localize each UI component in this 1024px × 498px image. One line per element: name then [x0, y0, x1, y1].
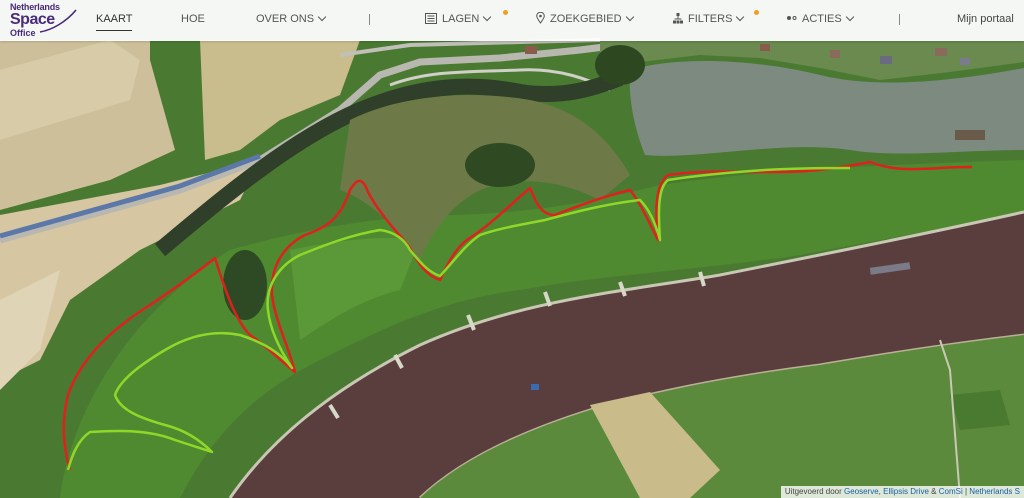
orbit-swoosh-icon: [39, 9, 77, 33]
attribution-link-ellipsis-drive[interactable]: Ellipsis Drive: [883, 487, 929, 496]
attribution-amp: &: [931, 487, 937, 496]
zoekgebied-label: ZOEKGEBIED: [550, 13, 622, 25]
actions-icon: [787, 16, 797, 21]
nav-hoe[interactable]: HOE: [181, 0, 205, 41]
filters-menu[interactable]: FILTERS: [673, 0, 745, 41]
zoekgebied-menu[interactable]: ZOEKGEBIED: [536, 0, 634, 41]
nav-over-ons-label: OVER ONS: [256, 13, 315, 25]
filters-label: FILTERS: [688, 13, 733, 25]
top-navigation-bar: Netherlands Space Office KAART HOE OVER …: [0, 0, 1024, 41]
satellite-map[interactable]: [0, 0, 1024, 498]
layers-icon: [425, 12, 437, 24]
chevron-down-icon: [317, 12, 327, 22]
chevron-down-icon: [625, 12, 634, 22]
attribution-link-nso[interactable]: Netherlands S: [969, 487, 1020, 496]
acties-label: ACTIES: [802, 13, 842, 25]
nav-separator: [899, 14, 900, 25]
attribution-prefix: Uitgevoerd door: [784, 487, 842, 496]
lagen-label: LAGEN: [442, 13, 480, 25]
boat-moored: [955, 130, 985, 140]
attribution-link-geoserve[interactable]: Geoserve: [844, 487, 879, 496]
nav-over-ons[interactable]: OVER ONS: [256, 0, 327, 41]
filter-tree-icon: [673, 12, 683, 24]
nav-separator: [369, 14, 370, 25]
lagen-menu[interactable]: LAGEN: [425, 0, 492, 41]
mijn-portaal-link[interactable]: Mijn portaal: [957, 0, 1014, 41]
filters-indicator-dot: [754, 10, 759, 15]
nav-kaart[interactable]: KAART: [96, 0, 133, 41]
attribution-separator: |: [964, 487, 968, 496]
chevron-down-icon: [483, 12, 492, 22]
lagen-indicator-dot: [503, 10, 508, 15]
chevron-down-icon: [845, 12, 854, 22]
netherlands-space-office-logo[interactable]: Netherlands Space Office: [10, 2, 77, 38]
map-attribution: Uitgevoerd door Geoserve, Ellipsis Drive…: [780, 486, 1024, 498]
attribution-link-comsi[interactable]: ComSi: [939, 487, 963, 496]
chevron-down-icon: [736, 12, 745, 22]
acties-menu[interactable]: ACTIES: [787, 0, 854, 41]
location-pin-icon: [536, 12, 545, 24]
